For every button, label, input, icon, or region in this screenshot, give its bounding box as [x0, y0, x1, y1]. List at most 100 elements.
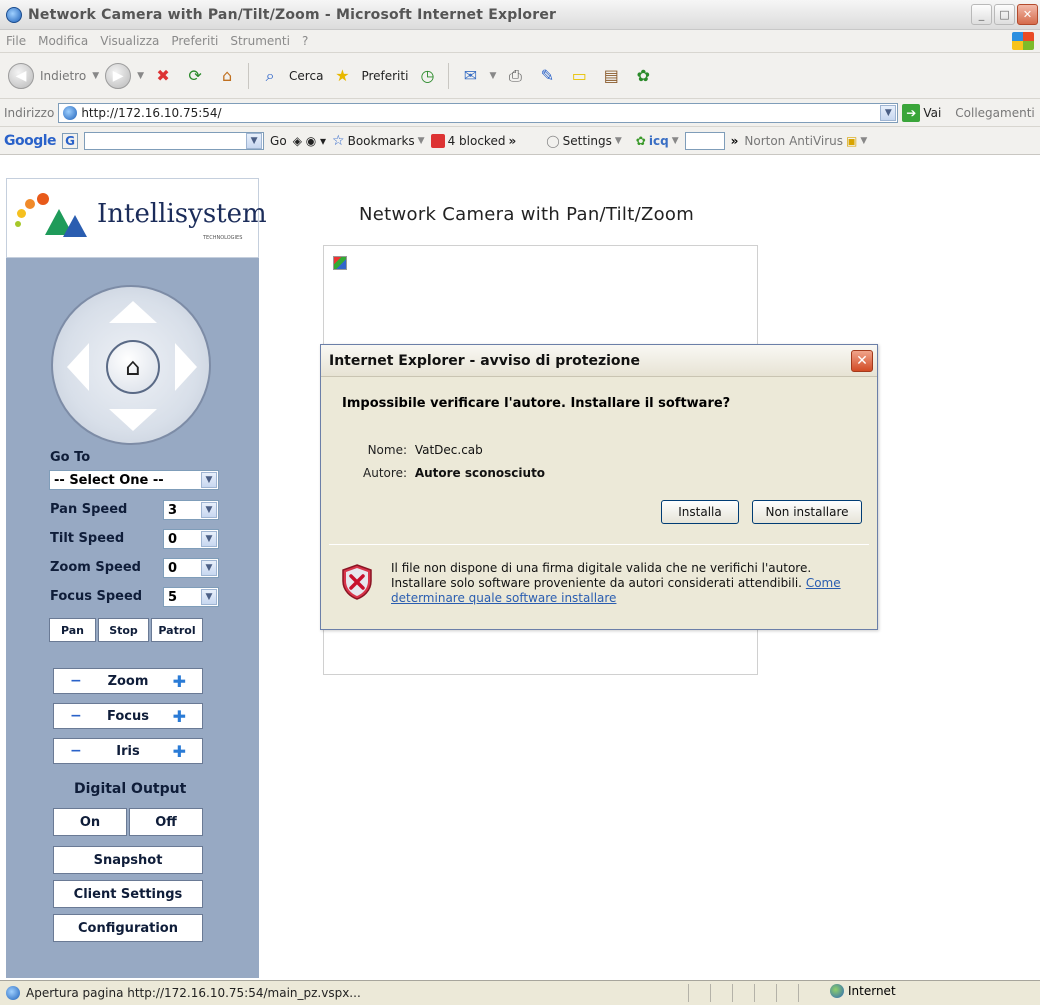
minimize-button[interactable]: _: [971, 4, 992, 25]
dont-install-button[interactable]: Non installare: [752, 500, 862, 524]
more-icon: »: [508, 133, 517, 148]
menu-preferiti[interactable]: Preferiti: [171, 34, 218, 48]
address-area: Indirizzo http://172.16.10.75:54/ ▼ ➔ Va…: [0, 99, 1040, 155]
icq-button[interactable]: ✿ icq ▼: [636, 134, 679, 148]
mail-dropdown-icon[interactable]: ▼: [489, 71, 496, 81]
configuration-button[interactable]: Configuration: [53, 914, 203, 942]
google-go-button[interactable]: Go: [270, 134, 287, 148]
menu-strumenti[interactable]: Strumenti: [230, 34, 290, 48]
menu-help[interactable]: ?: [302, 34, 308, 48]
focus-control[interactable]: − Focus ✚: [53, 703, 203, 729]
menu-file[interactable]: File: [6, 34, 26, 48]
go-button[interactable]: ➔ Vai: [902, 103, 941, 122]
address-url[interactable]: http://172.16.10.75:54/: [81, 106, 880, 120]
focus-minus-icon[interactable]: −: [70, 708, 82, 724]
page-title: Network Camera with Pan/Tilt/Zoom: [359, 204, 695, 225]
status-panels: [688, 984, 818, 1002]
icq-flower-icon: ✿: [635, 133, 646, 148]
popup-blocker-button[interactable]: 4 blocked »: [430, 133, 517, 148]
forward-arrow-icon[interactable]: ▶: [105, 62, 132, 89]
back-dropdown-icon[interactable]: ▼: [92, 71, 99, 81]
icq-input[interactable]: [684, 131, 725, 150]
favorites-button[interactable]: Preferiti: [361, 69, 408, 83]
google-g-icon[interactable]: G: [62, 132, 79, 149]
zoom-in-plus-icon[interactable]: ✚: [173, 672, 186, 691]
iris-control[interactable]: − Iris ✚: [53, 738, 203, 764]
mail-icon[interactable]: ✉: [457, 63, 483, 89]
norton-icon: ▣: [846, 133, 858, 148]
search-button[interactable]: Cerca: [289, 69, 323, 83]
iris-minus-icon[interactable]: −: [70, 743, 82, 759]
google-search-dropdown-icon[interactable]: ▼: [246, 132, 263, 149]
edit-icon[interactable]: ✎: [534, 63, 560, 89]
toolbar-separator: [248, 62, 250, 89]
tilt-speed-select[interactable]: 0 ▼: [163, 529, 219, 549]
google-search-input[interactable]: ▼: [84, 131, 265, 150]
search-icon[interactable]: ⌕: [257, 63, 283, 89]
digital-output-off-button[interactable]: Off: [129, 808, 203, 836]
settings-button[interactable]: ◯ Settings ▼: [546, 134, 622, 148]
pan-speed-dropdown-icon: ▼: [201, 502, 217, 518]
forward-dropdown-icon[interactable]: ▼: [137, 71, 144, 81]
pan-down-arrow-icon[interactable]: [109, 409, 157, 431]
window-titlebar: Network Camera with Pan/Tilt/Zoom - Micr…: [0, 0, 1040, 30]
back-arrow-icon[interactable]: ◀: [8, 62, 34, 89]
back-button[interactable]: Indietro: [40, 69, 86, 83]
google-toolbar: Google G ▼ Go ◈ ◉ ▾ ☆ Bookmarks ▼ 4 bloc…: [0, 127, 1040, 155]
pan-button[interactable]: Pan: [49, 618, 96, 642]
goto-select[interactable]: -- Select One -- ▼: [49, 470, 219, 490]
dialog-close-icon[interactable]: ✕: [851, 350, 873, 372]
toolbar-extras-icon[interactable]: ◈ ◉ ▾: [293, 134, 326, 148]
address-input[interactable]: http://172.16.10.75:54/ ▼: [58, 102, 899, 123]
maximize-button[interactable]: □: [994, 4, 1015, 25]
stop-button[interactable]: Stop: [98, 618, 149, 642]
go-arrow-icon: ➔: [902, 103, 921, 122]
snapshot-button[interactable]: Snapshot: [53, 846, 203, 874]
focus-speed-select[interactable]: 5 ▼: [163, 587, 219, 607]
more-icon[interactable]: »: [731, 134, 739, 148]
logo: Intellisystem TECHNOLOGIES: [6, 178, 267, 258]
print-icon[interactable]: ⎙: [502, 63, 528, 89]
address-row: Indirizzo http://172.16.10.75:54/ ▼ ➔ Va…: [0, 99, 1040, 127]
refresh-icon[interactable]: ⟳: [182, 63, 208, 89]
patrol-button[interactable]: Patrol: [151, 618, 203, 642]
history-icon[interactable]: ◷: [414, 63, 440, 89]
links-button[interactable]: Collegamenti: [955, 106, 1034, 120]
pan-left-arrow-icon[interactable]: [67, 343, 89, 391]
menu-visualizza[interactable]: Visualizza: [100, 34, 159, 48]
messenger-icon[interactable]: ✿: [630, 63, 656, 89]
notes-icon[interactable]: ▭: [566, 63, 592, 89]
digital-output-on-button[interactable]: On: [53, 808, 127, 836]
stop-icon[interactable]: ✖: [150, 63, 176, 89]
home-position-icon[interactable]: ⌂: [106, 340, 160, 394]
focus-plus-icon[interactable]: ✚: [173, 707, 186, 726]
favorites-star-icon[interactable]: ★: [329, 63, 355, 89]
pan-right-arrow-icon[interactable]: [175, 343, 197, 391]
windows-logo-icon: [1012, 32, 1034, 50]
internet-globe-icon: [830, 984, 844, 998]
ptz-direction-pad[interactable]: ⌂: [51, 285, 211, 445]
goto-dropdown-icon: ▼: [201, 472, 217, 488]
pan-up-arrow-icon[interactable]: [109, 301, 157, 323]
file-name-value: VatDec.cab: [414, 443, 483, 457]
address-dropdown-icon[interactable]: ▼: [880, 104, 897, 121]
menu-modifica[interactable]: Modifica: [38, 34, 88, 48]
zoom-speed-select[interactable]: 0 ▼: [163, 558, 219, 578]
zoom-out-minus-icon[interactable]: −: [70, 673, 82, 689]
dialog-separator: [329, 544, 869, 545]
digital-output-label: Digital Output: [74, 781, 187, 797]
norton-antivirus-button[interactable]: Norton AntiVirus ▣ ▼: [744, 134, 867, 148]
window-title: Network Camera with Pan/Tilt/Zoom - Micr…: [28, 6, 557, 23]
iris-plus-icon[interactable]: ✚: [173, 742, 186, 761]
popup-blocker-icon: [430, 133, 445, 148]
close-window-button[interactable]: ✕: [1017, 4, 1038, 25]
client-settings-button[interactable]: Client Settings: [53, 880, 203, 908]
research-icon[interactable]: ▤: [598, 63, 624, 89]
bookmarks-button[interactable]: ☆ Bookmarks ▼: [332, 133, 425, 149]
zoom-control[interactable]: − Zoom ✚: [53, 668, 203, 694]
pan-speed-select[interactable]: 3 ▼: [163, 500, 219, 520]
install-button[interactable]: Installa: [661, 500, 739, 524]
home-icon[interactable]: ⌂: [214, 63, 240, 89]
zoom-speed-dropdown-icon: ▼: [201, 560, 217, 576]
dialog-body: Impossibile verificare l'autore. Install…: [321, 378, 877, 541]
